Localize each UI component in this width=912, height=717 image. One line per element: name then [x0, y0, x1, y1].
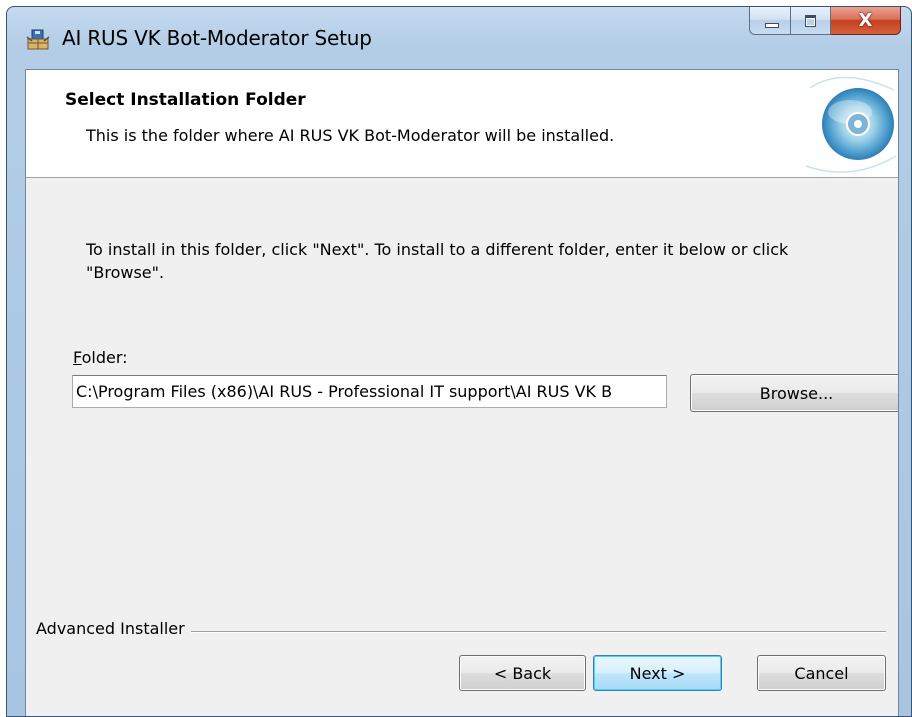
close-button[interactable]: X — [831, 7, 901, 35]
page-subtitle: This is the folder where AI RUS VK Bot-M… — [86, 126, 615, 145]
page-title: Select Installation Folder — [65, 90, 306, 110]
folder-label-accelerator: F — [73, 348, 82, 367]
dialog-client-area: Select Installation Folder This is the f… — [25, 69, 899, 716]
header-banner: Select Installation Folder This is the f… — [26, 70, 898, 178]
minimize-button[interactable] — [749, 7, 791, 35]
maximize-button[interactable] — [791, 7, 831, 35]
folder-label-rest: older: — [81, 348, 128, 367]
title-bar[interactable]: AI RUS VK Bot-Moderator Setup X — [7, 7, 911, 69]
setup-window: AI RUS VK Bot-Moderator Setup X Select I… — [6, 6, 912, 717]
back-button[interactable]: < Back — [459, 655, 586, 691]
folder-label: Folder: — [73, 348, 128, 367]
caption-buttons: X — [749, 7, 901, 37]
installer-brand-label: Advanced Installer — [36, 619, 191, 638]
disc-icon — [802, 70, 898, 176]
close-icon: X — [858, 10, 873, 31]
window-title: AI RUS VK Bot-Moderator Setup — [62, 26, 372, 50]
minimize-icon — [765, 23, 779, 28]
cancel-button[interactable]: Cancel — [757, 655, 886, 691]
browse-button[interactable]: Browse... — [690, 374, 898, 412]
instructions-text: To install in this folder, click "Next".… — [86, 240, 789, 282]
next-button[interactable]: Next > — [593, 655, 722, 691]
installer-package-icon — [26, 29, 50, 51]
folder-path-input[interactable] — [72, 375, 667, 408]
maximize-icon — [805, 15, 816, 27]
